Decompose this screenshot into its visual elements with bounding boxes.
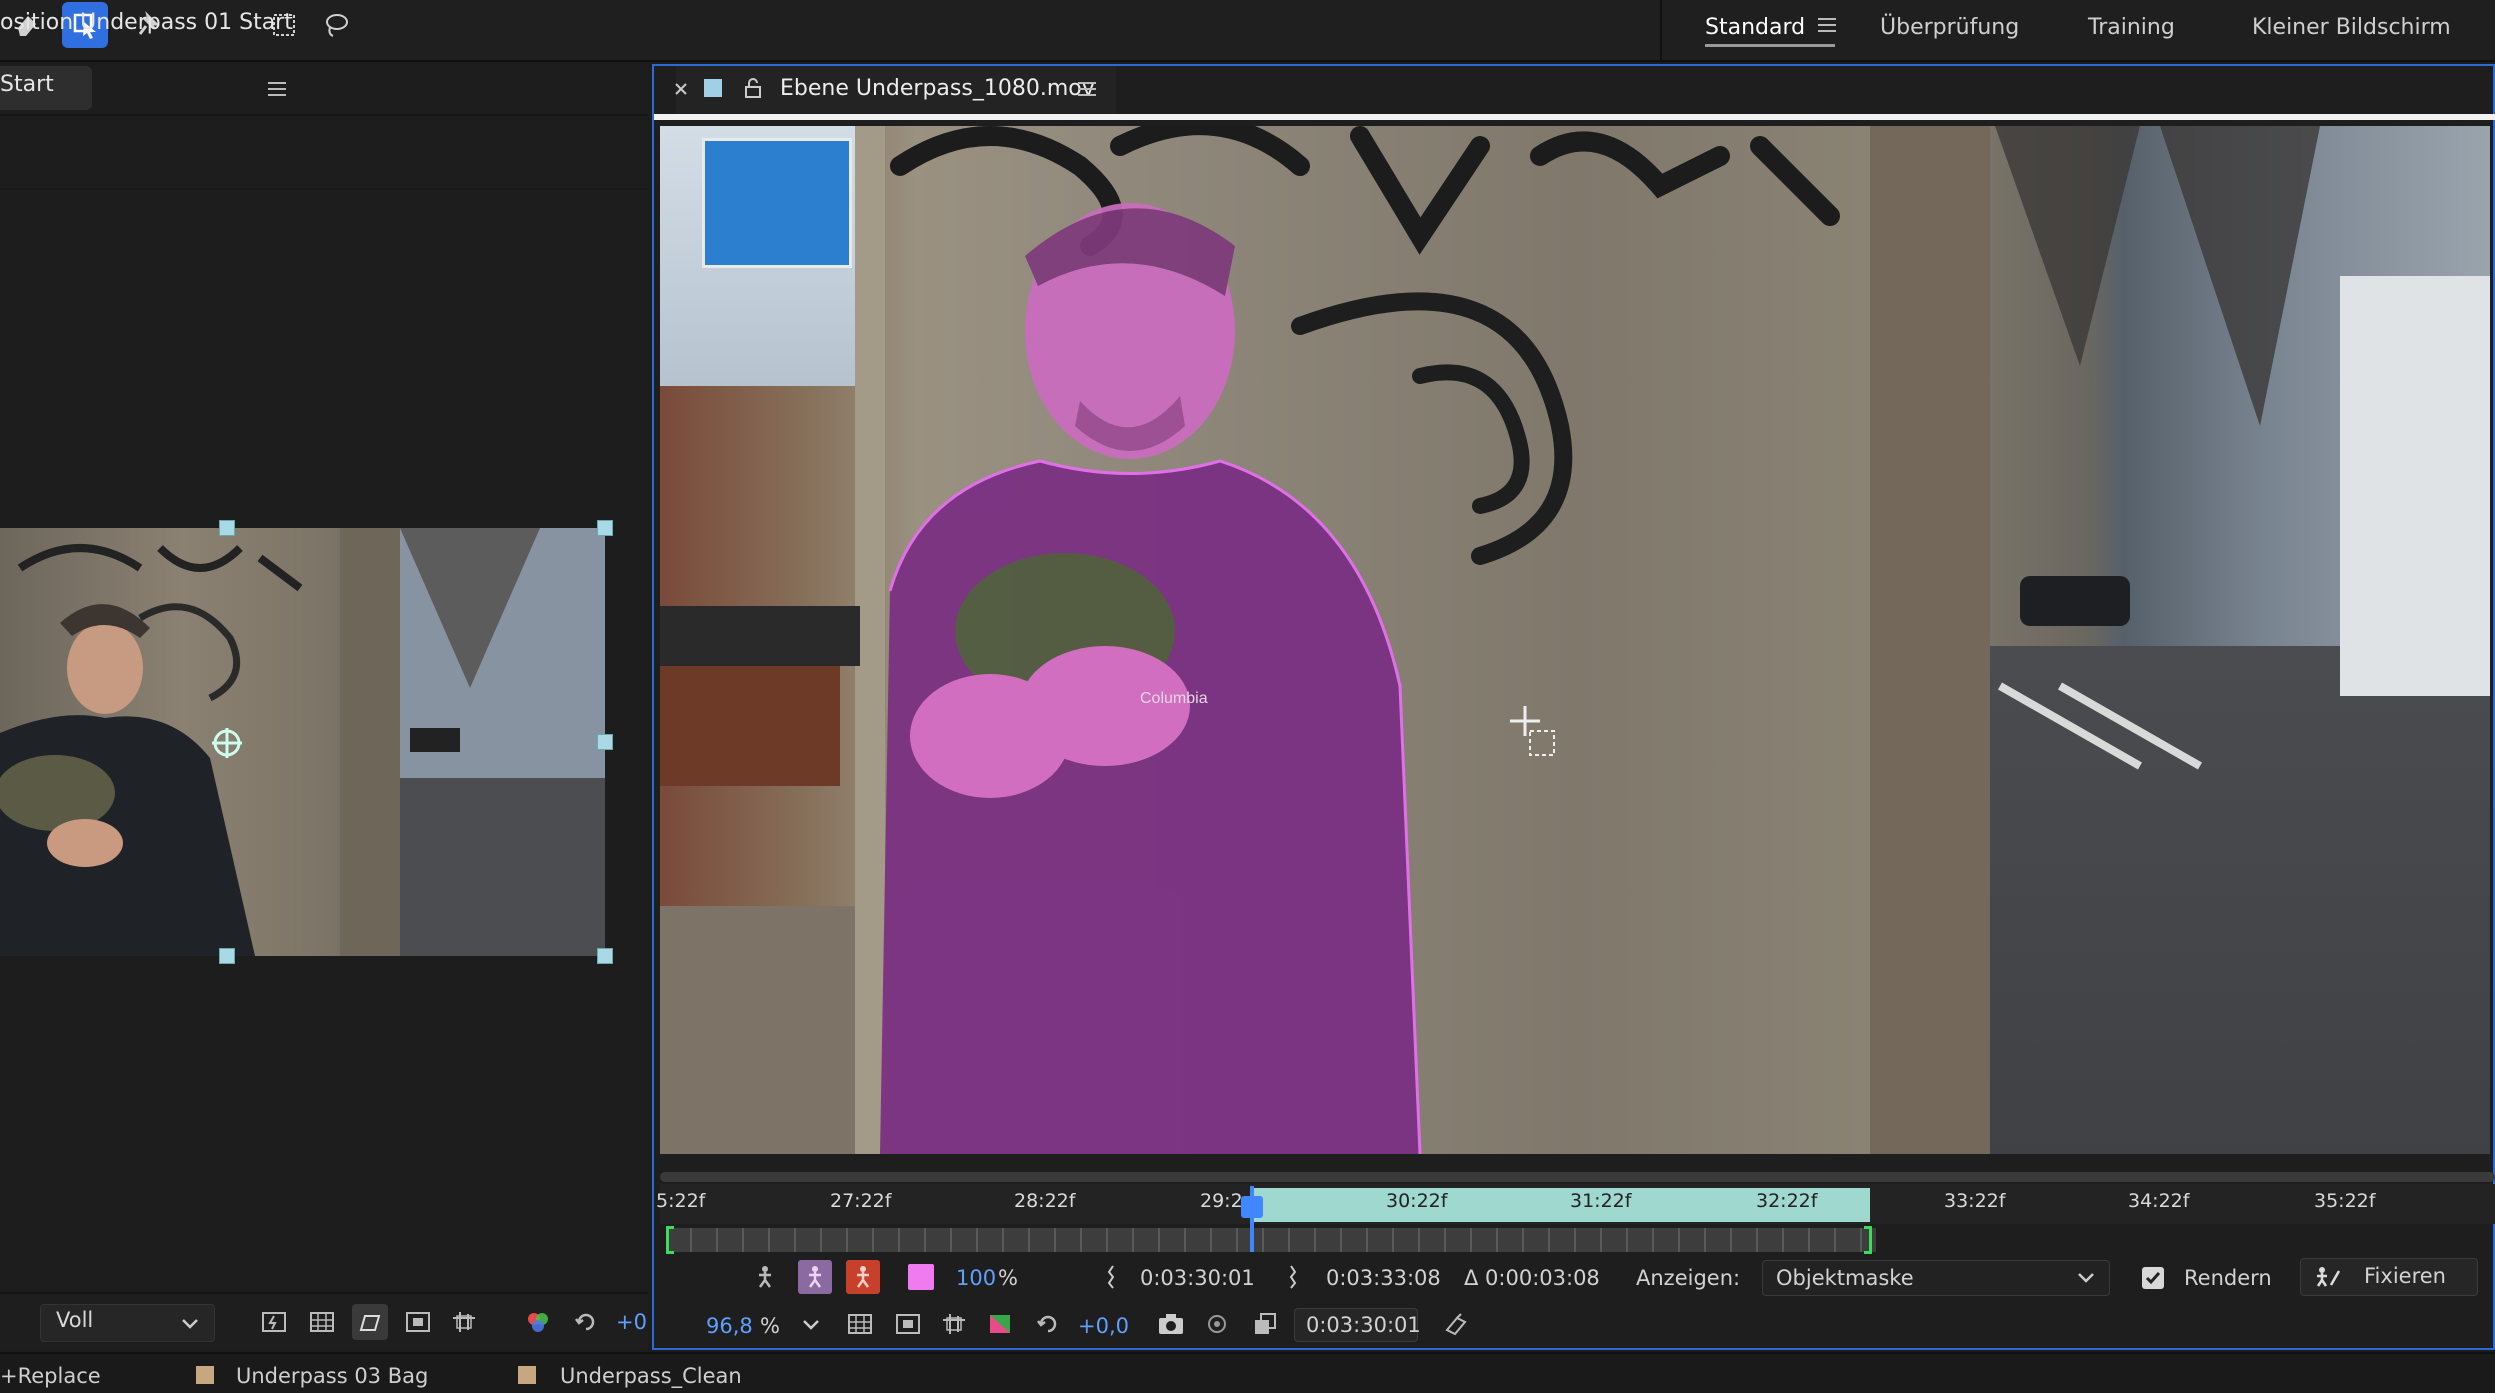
composition-preview[interactable] [0,528,605,956]
ruler-tick-label: 31:22f [1570,1190,1632,1212]
span-end-bracket[interactable] [1864,1226,1872,1254]
ruler-tick-label: 32:22f [1756,1190,1818,1212]
overlay-opacity-value[interactable]: 100 [956,1266,996,1290]
mask-visibility-icon[interactable] [352,1304,388,1340]
ruler-tick-label: 29:2 [1200,1190,1243,1212]
ruler-tick-label: 33:22f [1944,1190,2006,1212]
composition-breadcrumb-label: Start [0,72,54,97]
ruler-tick-label: 5:22f [656,1190,706,1212]
render-checkbox[interactable] [2142,1267,2164,1289]
view-select-value: Objektmaske [1776,1266,1914,1290]
region-of-interest-icon[interactable] [402,1306,434,1338]
freeze-icon [2310,1260,2344,1294]
layer-tab-title: Ebene Underpass_1080.mov [780,76,1095,101]
panel-menu-icon[interactable] [262,74,292,104]
chevron-down-icon[interactable] [2072,1264,2100,1292]
out-point-time[interactable]: 0:03:33:08 [1326,1266,1441,1290]
workspace-tab-small-screen[interactable]: Kleiner Bildschirm [2252,10,2451,46]
layer-options-icon[interactable] [1248,1308,1280,1340]
channels-icon[interactable] [984,1308,1016,1340]
workspace-tab-standard[interactable]: Standard [1705,10,1805,46]
overlay-opacity-unit: % [998,1266,1018,1290]
transform-handle[interactable] [219,520,235,536]
propagation-track[interactable] [666,1228,1876,1252]
fast-preview-icon[interactable] [258,1306,290,1338]
overlay-color-swatch[interactable] [908,1264,934,1290]
transform-handle[interactable] [597,948,613,964]
layer-frame-canvas[interactable]: Columbia [660,126,2490,1154]
transform-handle[interactable] [219,948,235,964]
composition-tab-underpass-03-bag[interactable]: Underpass 03 Bag [236,1364,428,1388]
current-time-value: 0:03:30:01 [1306,1313,1421,1337]
preview-image [0,528,605,956]
ruler-tick-label: 27:22f [830,1190,892,1212]
exposure-value[interactable]: +0 [616,1310,647,1334]
composition-tab-underpass-clean[interactable]: Underpass_Clean [560,1364,742,1388]
set-out-point-icon[interactable] [1280,1262,1306,1292]
snapshot-icon[interactable] [1154,1308,1188,1340]
transparency-grid-icon[interactable] [306,1306,338,1338]
ruler-tick-label: 35:22f [2314,1190,2376,1212]
composition-color-icon [196,1366,214,1384]
chevron-down-icon[interactable] [796,1310,826,1340]
current-time-indicator-head[interactable] [1241,1196,1263,1218]
composition-color-icon [518,1366,536,1384]
view-label: Anzeigen: [1636,1266,1741,1290]
composition-tab-replace[interactable]: +Replace [0,1364,101,1388]
lock-icon[interactable] [740,74,766,102]
transform-handle[interactable] [597,734,613,750]
magnification-value[interactable]: 96,8 [706,1314,753,1338]
viewer-top-edge [654,114,2495,120]
panel-menu-icon[interactable] [1072,74,1102,104]
close-icon[interactable] [670,78,692,100]
frame-scene: Columbia [660,126,2490,1154]
layer-color-icon [702,76,724,100]
render-label: Rendern [2184,1266,2272,1290]
jacket-logo-text: Columbia [1140,690,1208,707]
grid-guides-icon[interactable] [448,1306,480,1338]
go-to-time-icon[interactable] [1440,1308,1472,1340]
transparency-grid-icon[interactable] [844,1308,876,1340]
set-in-point-icon[interactable] [1098,1262,1124,1292]
transform-handle[interactable] [597,520,613,536]
add-foreground-icon[interactable] [798,1260,832,1294]
timeline-scroll-track[interactable] [660,1172,2495,1182]
composition-tab-bar [0,64,648,116]
channels-icon[interactable] [522,1306,554,1338]
region-of-interest-icon[interactable] [892,1308,924,1340]
in-point-time[interactable]: 0:03:30:01 [1140,1266,1255,1290]
workspace-tab-review[interactable]: Überprüfung [1880,10,2019,46]
workspace-separator [1660,0,1662,62]
foreground-figure-icon[interactable] [750,1262,780,1292]
composition-tab-title[interactable]: osition Underpass 01 Start [0,10,293,35]
workspace-tab-training[interactable]: Training [2088,10,2175,46]
chevron-down-icon[interactable] [176,1310,204,1338]
magnification-unit: % [760,1314,780,1338]
grid-guides-icon[interactable] [938,1308,970,1340]
show-snapshot-icon[interactable] [1200,1308,1234,1340]
workspace-menu-icon[interactable] [1812,10,1842,40]
viewer-controls-row-2 [654,1302,2495,1350]
resolution-value: Voll [56,1308,94,1332]
panel-divider [0,188,648,190]
freeze-label: Fixieren [2364,1264,2446,1288]
exposure-value[interactable]: +0,0 [1078,1314,1129,1338]
ruler-tick-label: 30:22f [1386,1190,1448,1212]
lasso-tool-icon[interactable] [314,4,358,46]
reset-exposure-icon[interactable] [1032,1308,1064,1340]
span-start-bracket[interactable] [666,1226,674,1254]
ruler-tick-label: 28:22f [1014,1190,1076,1212]
ruler-tick-label: 34:22f [2128,1190,2190,1212]
duration-time: Δ 0:00:03:08 [1464,1266,1600,1290]
add-background-icon[interactable] [846,1260,880,1294]
reset-exposure-icon[interactable] [570,1306,602,1338]
active-workspace-indicator [1705,44,1835,47]
